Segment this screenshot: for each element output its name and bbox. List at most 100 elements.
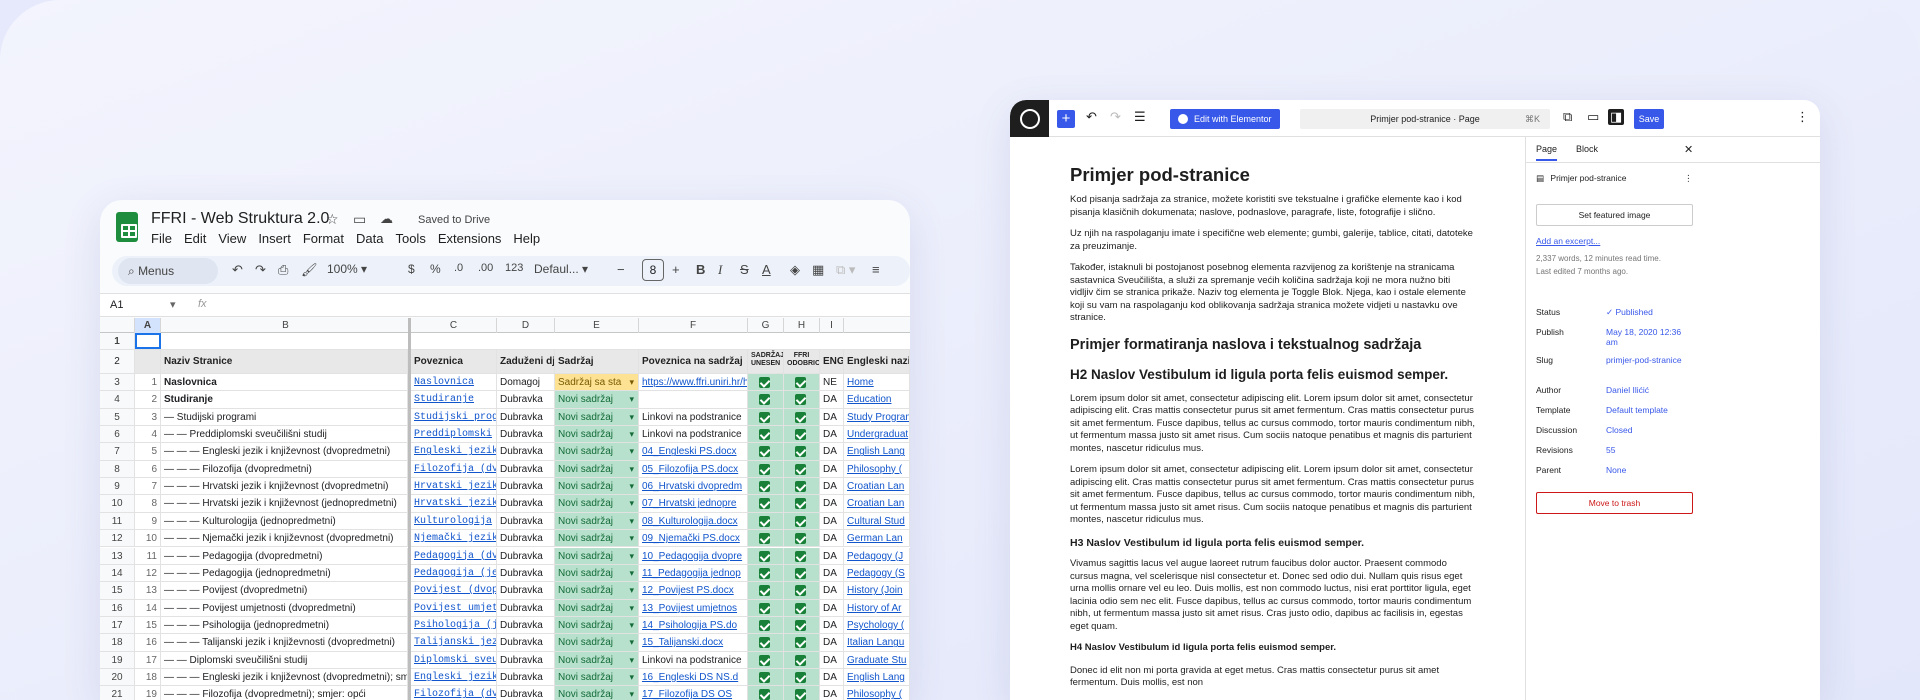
menu-extensions[interactable]: Extensions xyxy=(438,231,502,246)
cell-content-dropdown[interactable]: Novi sadržaj xyxy=(555,478,639,495)
cell-english-name[interactable]: German Lan xyxy=(844,530,910,547)
decrease-decimal-button[interactable]: .0 xyxy=(454,262,463,274)
cell-english-name[interactable]: Cultural Stud xyxy=(844,512,910,530)
content-entered-checkbox[interactable] xyxy=(748,582,784,599)
header-cell[interactable]: Poveznica na sadržaj xyxy=(639,350,748,373)
wordpress-logo-icon[interactable] xyxy=(1010,100,1049,137)
content-entered-checkbox[interactable] xyxy=(748,478,784,495)
page-actions-icon[interactable]: ⋮ xyxy=(1684,173,1693,184)
content-entered-checkbox[interactable] xyxy=(748,530,784,547)
cell-content-dropdown[interactable]: Sadržaj sa sta xyxy=(555,374,639,391)
content-entered-checkbox[interactable] xyxy=(748,374,784,391)
select-all-corner[interactable] xyxy=(100,318,135,333)
status-value[interactable]: ✓ Published xyxy=(1606,307,1686,317)
approved-checkbox[interactable] xyxy=(784,651,820,668)
cell-link[interactable]: Talijanski jez xyxy=(411,634,497,651)
cell-index[interactable]: 9 xyxy=(135,512,161,530)
folder-icon[interactable]: ▭ xyxy=(353,211,366,228)
row-number[interactable]: 3 xyxy=(100,374,135,391)
cell-content-dropdown[interactable]: Novi sadržaj xyxy=(555,564,639,582)
cell-content-dropdown[interactable]: Novi sadržaj xyxy=(555,426,639,443)
cell-eng[interactable]: DA xyxy=(820,564,844,582)
undo-icon[interactable]: ↶ xyxy=(1086,109,1097,125)
italic-icon[interactable]: I xyxy=(718,262,722,278)
header-cell[interactable]: Sadržaj xyxy=(555,350,639,373)
column-header-c[interactable]: C xyxy=(411,318,497,333)
cell-assignee[interactable]: Dubravka xyxy=(497,530,555,547)
row-number[interactable]: 17 xyxy=(100,616,135,634)
approved-checkbox[interactable] xyxy=(784,495,820,512)
cell-content-link[interactable]: 06_Hrvatski dvopredm xyxy=(639,478,748,495)
cell-english-name[interactable]: English Lang xyxy=(844,443,910,460)
redo-icon[interactable]: ↷ xyxy=(1110,109,1121,125)
cell-index[interactable]: 19 xyxy=(135,686,161,700)
menu-data[interactable]: Data xyxy=(356,231,383,246)
row-number[interactable]: 1 xyxy=(100,333,135,350)
cell-page-name[interactable]: Studiranje xyxy=(161,391,408,408)
header-cell[interactable]: Naziv Stranice xyxy=(161,350,408,373)
row-number[interactable]: 11 xyxy=(100,512,135,530)
cell-content-link[interactable]: 04_Engleski PS.docx xyxy=(639,443,748,460)
content-entered-checkbox[interactable] xyxy=(748,651,784,668)
cell-content-link[interactable]: 08_Kulturologija.docx xyxy=(639,512,748,530)
header-cell[interactable]: Engleski naziv xyxy=(844,350,910,373)
settings-sidebar-icon[interactable]: ◨ xyxy=(1608,109,1625,125)
header-cell[interactable] xyxy=(135,350,161,373)
cell-eng[interactable]: DA xyxy=(820,651,844,668)
column-header-h[interactable]: H xyxy=(784,318,820,333)
revisions-value[interactable]: 55 xyxy=(1606,445,1686,455)
cell-link[interactable]: Pedagogija (dv xyxy=(411,547,497,564)
cell-english-name[interactable]: Study Program xyxy=(844,408,910,426)
currency-button[interactable]: $ xyxy=(408,262,415,276)
cell-page-name[interactable]: — — — Hrvatski jezik i književnost (jedn… xyxy=(161,495,408,512)
cell-link[interactable]: Hrvatski jezik xyxy=(411,478,497,495)
tab-page[interactable]: Page xyxy=(1536,144,1558,161)
cell-page-name[interactable]: — — — Talijanski jezik i književnosti (d… xyxy=(161,634,408,651)
cell-english-name[interactable]: English Lang xyxy=(844,668,910,686)
content-entered-checkbox[interactable] xyxy=(748,547,784,564)
save-button[interactable]: Save xyxy=(1634,109,1664,129)
percent-button[interactable]: % xyxy=(430,262,441,276)
author-value[interactable]: Daniel Ilićić xyxy=(1606,385,1686,395)
font-size-input[interactable]: 8 xyxy=(642,259,664,281)
approved-checkbox[interactable] xyxy=(784,686,820,700)
cell-index[interactable]: 6 xyxy=(135,460,161,478)
approved-checkbox[interactable] xyxy=(784,634,820,651)
cell-content-link[interactable]: 09_Njemački PS.docx xyxy=(639,530,748,547)
paragraph[interactable]: Donec id elit non mi porta gravida at eg… xyxy=(1070,665,1475,690)
cell-content-dropdown[interactable]: Novi sadržaj xyxy=(555,599,639,616)
add-excerpt-link[interactable]: Add an excerpt... xyxy=(1536,236,1696,246)
content-entered-checkbox[interactable] xyxy=(748,599,784,616)
cell-eng[interactable]: DA xyxy=(820,634,844,651)
cell-link[interactable]: Studijski prog xyxy=(411,408,497,426)
cell-index[interactable]: 3 xyxy=(135,408,161,426)
row-number[interactable]: 19 xyxy=(100,651,135,668)
cell-page-name[interactable]: — — Diplomski sveučilišni studij xyxy=(161,651,408,668)
cell-link[interactable]: Povijest umjet xyxy=(411,599,497,616)
cell-link[interactable]: Hrvatski jezik xyxy=(411,495,497,512)
cell-index[interactable]: 18 xyxy=(135,668,161,686)
cell-english-name[interactable]: Italian Langu xyxy=(844,634,910,651)
heading-h3[interactable]: H3 Naslov Vestibulum id ligula porta fel… xyxy=(1070,537,1475,550)
cell-page-name[interactable]: — — — Psihologija (jednopredmetni) xyxy=(161,616,408,634)
approved-checkbox[interactable] xyxy=(784,547,820,564)
content-entered-checkbox[interactable] xyxy=(748,443,784,460)
cell-content-link[interactable]: 11_Pedagogija jednop xyxy=(639,564,748,582)
cell-link[interactable]: Kulturologija xyxy=(411,512,497,530)
cell-content-dropdown[interactable]: Novi sadržaj xyxy=(555,530,639,547)
cell-content-dropdown[interactable]: Novi sadržaj xyxy=(555,460,639,478)
header-cell[interactable]: Poveznica xyxy=(411,350,497,373)
approved-checkbox[interactable] xyxy=(784,668,820,686)
cell-eng[interactable]: DA xyxy=(820,391,844,408)
cell-content-link[interactable] xyxy=(639,391,748,408)
add-block-button[interactable]: + xyxy=(1057,110,1075,128)
approved-checkbox[interactable] xyxy=(784,460,820,478)
content-entered-checkbox[interactable] xyxy=(748,634,784,651)
column-header-g[interactable]: G xyxy=(748,318,784,333)
content-entered-checkbox[interactable] xyxy=(748,668,784,686)
approved-checkbox[interactable] xyxy=(784,599,820,616)
row-number[interactable]: 12 xyxy=(100,530,135,547)
cell-page-name[interactable]: — — — Povijest (dvopredmetni) xyxy=(161,582,408,599)
cell-index[interactable]: 15 xyxy=(135,616,161,634)
cell-page-name[interactable]: — — — Engleski jezik i književnost (dvop… xyxy=(161,668,408,686)
